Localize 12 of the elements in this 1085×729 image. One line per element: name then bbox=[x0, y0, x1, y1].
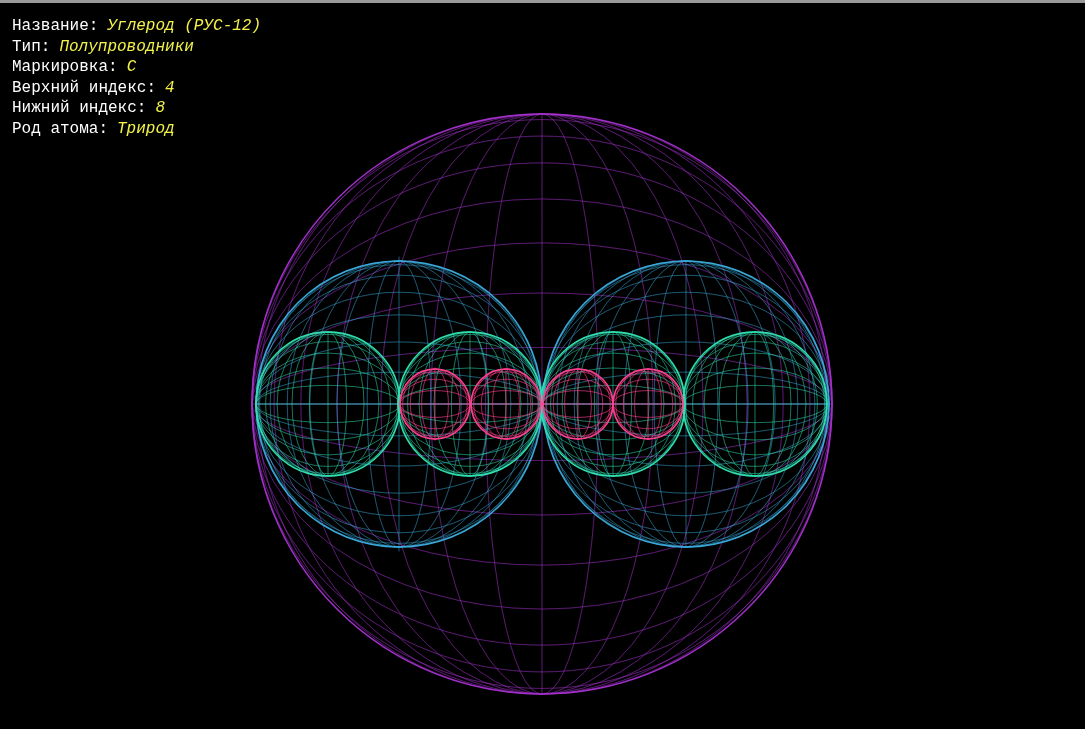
field-value: C bbox=[126, 57, 137, 78]
field-label: Род атома: bbox=[12, 118, 108, 139]
field-label: Нижний индекс: bbox=[12, 98, 147, 119]
field-label: Маркировка: bbox=[12, 57, 118, 78]
field-label: Тип: bbox=[12, 36, 51, 57]
field-value: Трирод bbox=[117, 118, 175, 139]
field-value: 4 bbox=[165, 77, 175, 98]
field-value: Углерод (РУС-12) bbox=[107, 16, 262, 37]
field-label: Верхний индекс: bbox=[12, 77, 157, 98]
field-value: Полупроводники bbox=[59, 36, 194, 57]
field-value: 8 bbox=[155, 98, 166, 119]
field-label: Название: bbox=[12, 16, 99, 37]
